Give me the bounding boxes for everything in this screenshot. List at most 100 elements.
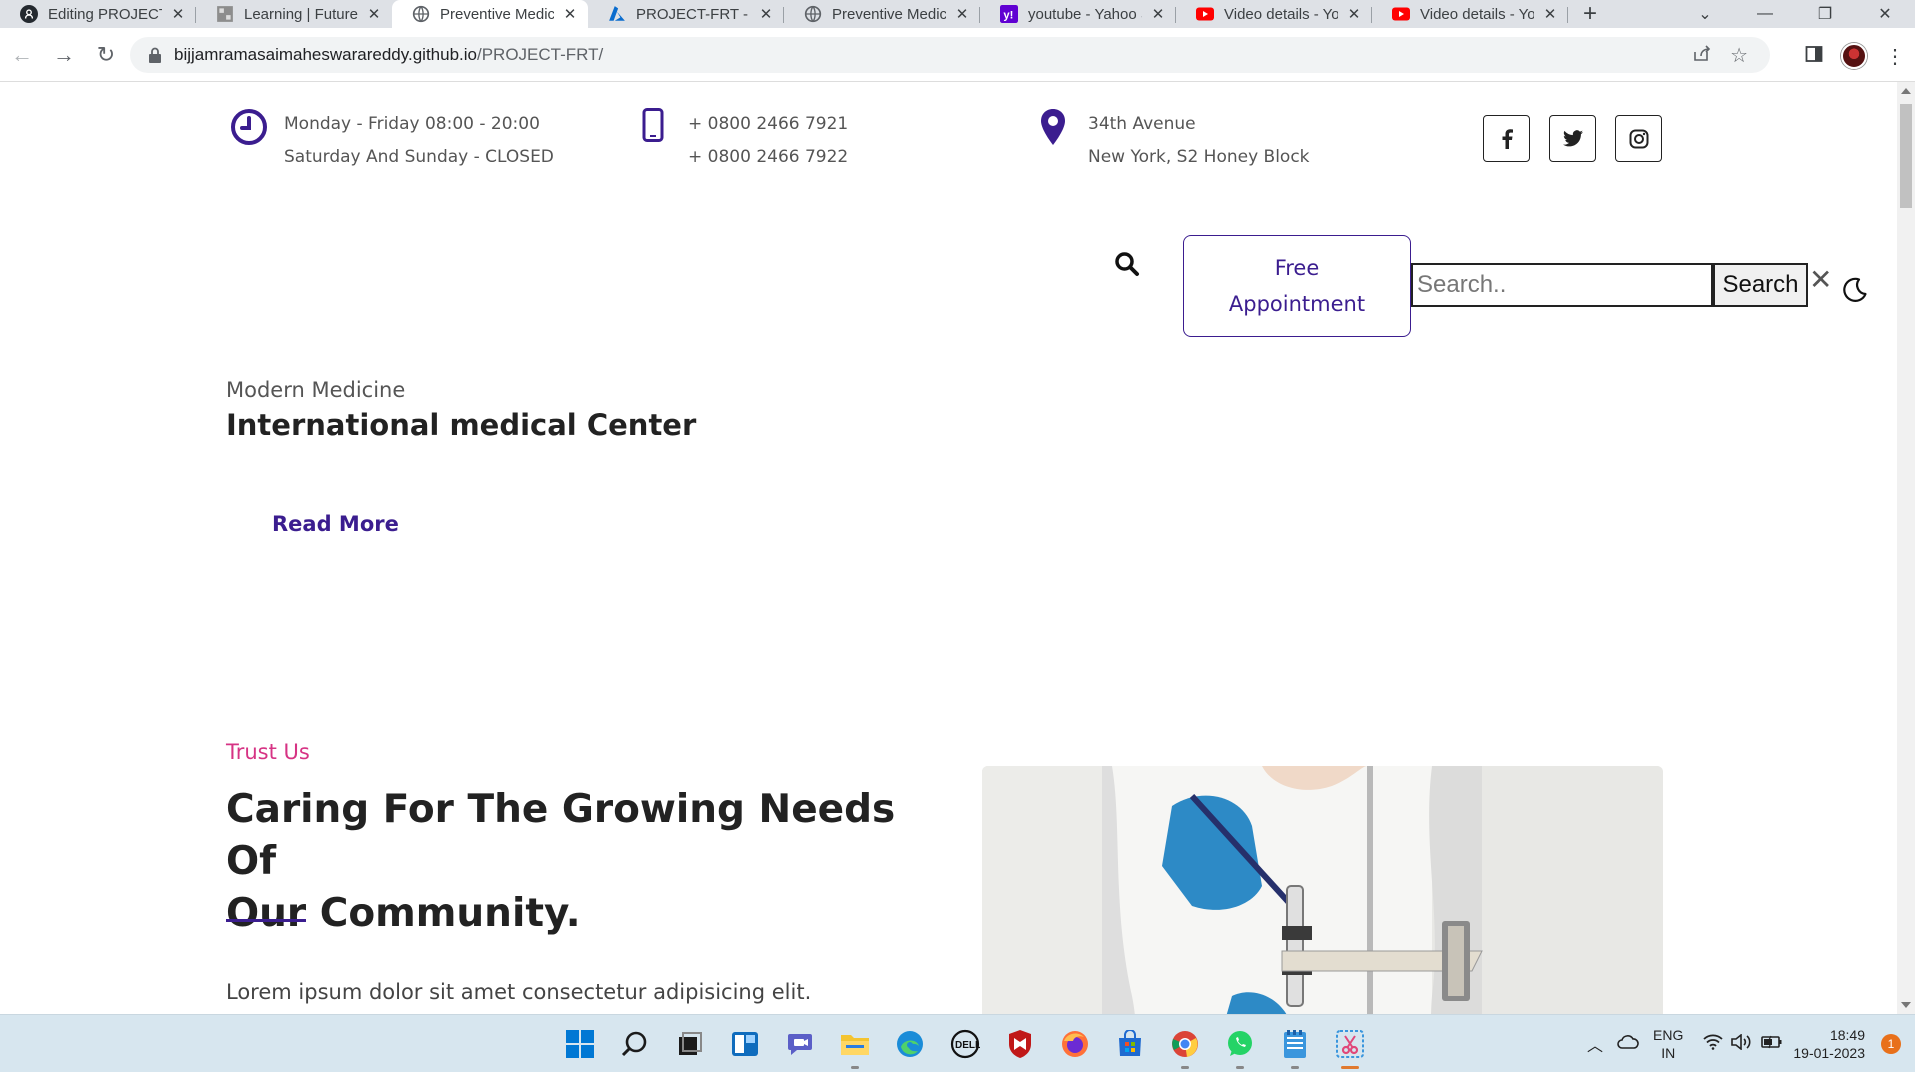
share-icon[interactable] xyxy=(1692,44,1712,67)
minimize-icon[interactable]: — xyxy=(1735,0,1795,28)
close-window-icon[interactable]: ✕ xyxy=(1855,0,1915,28)
tab-title: Preventive Medicine xyxy=(440,5,554,23)
lab-scientist-image xyxy=(982,766,1663,1014)
search-icon[interactable] xyxy=(1114,251,1140,282)
tab-yahoo[interactable]: y! youtube - Yahoo Search ✕ xyxy=(980,0,1176,28)
teams-chat-icon[interactable] xyxy=(772,1015,827,1073)
tab-azure[interactable]: PROJECT-FRT - Microsoft Azure ✕ xyxy=(588,0,784,28)
tab-title: youtube - Yahoo Search xyxy=(1028,5,1142,23)
menu-kebab-icon[interactable]: ⋮ xyxy=(1885,44,1905,69)
hours-weekdays: Monday - Friday 08:00 - 20:00 xyxy=(284,114,540,134)
firefox-icon[interactable] xyxy=(1047,1015,1102,1073)
notepad-icon[interactable] xyxy=(1267,1015,1322,1073)
scroll-thumb[interactable] xyxy=(1900,104,1912,208)
wifi-icon[interactable] xyxy=(1703,1034,1723,1055)
phone-2: + 0800 2466 7922 xyxy=(688,147,849,167)
search-input[interactable] xyxy=(1411,263,1713,307)
map-pin-icon xyxy=(1030,108,1076,174)
windows-start-icon[interactable] xyxy=(552,1015,607,1073)
address-bar: ← → ↻ bijjamramasaimaheswarareddy.github… xyxy=(0,28,1915,82)
learning-icon xyxy=(216,5,234,23)
azure-icon xyxy=(608,5,626,23)
tab-close-icon[interactable]: ✕ xyxy=(1346,5,1362,23)
whatsapp-icon[interactable] xyxy=(1212,1015,1267,1073)
address-street: 34th Avenue xyxy=(1088,114,1196,134)
url-host: bijjamramasaimaheswarareddy.github.io xyxy=(174,45,477,64)
contact-phones: + 0800 2466 7921 + 0800 2466 7922 xyxy=(630,108,848,174)
free-appointment-button[interactable]: Free Appointment xyxy=(1183,235,1411,337)
close-search-icon[interactable]: ✕ xyxy=(1809,265,1832,295)
battery-icon[interactable] xyxy=(1761,1035,1783,1054)
dark-mode-moon-icon[interactable] xyxy=(1841,276,1869,309)
lock-icon xyxy=(149,47,161,63)
url-field[interactable]: bijjamramasaimaheswarareddy.github.io/PR… xyxy=(130,37,1770,73)
section-body-text: Lorem ipsum dolor sit amet consectetur a… xyxy=(226,980,812,1004)
page-scrollbar[interactable] xyxy=(1897,82,1915,1014)
chevron-up-icon[interactable]: ︿ xyxy=(1587,1032,1603,1056)
tab-close-icon[interactable]: ✕ xyxy=(758,5,774,23)
bookmark-star-icon[interactable]: ☆ xyxy=(1730,43,1748,68)
chrome-icon[interactable] xyxy=(1157,1015,1212,1073)
hero-title: International medical Center xyxy=(226,408,697,442)
profile-avatar[interactable] xyxy=(1841,43,1867,69)
twitter-icon[interactable] xyxy=(1549,115,1596,162)
tab-close-icon[interactable]: ✕ xyxy=(954,5,970,23)
microsoft-store-icon[interactable] xyxy=(1102,1015,1157,1073)
back-icon[interactable]: ← xyxy=(2,35,42,75)
language-indicator[interactable]: ENG IN xyxy=(1653,1026,1683,1062)
read-more-link[interactable]: Read More xyxy=(272,512,399,536)
tab-learning[interactable]: Learning | FutureSkills ✕ xyxy=(196,0,392,28)
onedrive-cloud-icon[interactable] xyxy=(1617,1034,1639,1054)
reload-icon[interactable]: ↻ xyxy=(86,35,126,75)
tab-youtube-studio[interactable]: Video details - YouTube Studio ✕ xyxy=(1176,0,1372,28)
scroll-up-icon[interactable] xyxy=(1901,88,1911,94)
side-panel-icon[interactable] xyxy=(1805,45,1823,68)
tab-close-icon[interactable]: ✕ xyxy=(366,5,382,23)
tab-preventive-medicine[interactable]: Preventive Medicine ✕ xyxy=(784,0,980,28)
search-button[interactable]: Search xyxy=(1713,263,1808,307)
tab-preventive-medicine-active[interactable]: Preventive Medicine ✕ xyxy=(392,0,588,28)
volume-icon[interactable] xyxy=(1731,1032,1753,1055)
task-view-icon[interactable] xyxy=(662,1015,717,1073)
tab-strip: Editing PROJECT-FRT/ ✕ Learning | Future… xyxy=(0,0,1915,28)
snipping-tool-icon[interactable] xyxy=(1322,1015,1377,1073)
widgets-icon[interactable] xyxy=(717,1015,772,1073)
svg-text:DELL: DELL xyxy=(955,1040,980,1051)
tab-editing-project[interactable]: Editing PROJECT-FRT/ ✕ xyxy=(0,0,196,28)
section-eyebrow: Trust Us xyxy=(226,740,310,764)
page-viewport: Monday - Friday 08:00 - 20:00 Saturday A… xyxy=(0,82,1897,1014)
youtube-icon xyxy=(1392,5,1410,23)
clock-icon xyxy=(226,108,272,174)
lang-region: IN xyxy=(1661,1045,1676,1061)
clock-date: 19-01-2023 xyxy=(1793,1045,1865,1061)
address: 34th Avenue New York, S2 Honey Block xyxy=(1030,108,1310,174)
globe-icon xyxy=(412,5,430,23)
window-controls: ⌄ — ❐ ✕ xyxy=(1675,0,1915,28)
taskbar-search-icon[interactable] xyxy=(607,1015,662,1073)
globe-icon xyxy=(804,5,822,23)
tab-close-icon[interactable]: ✕ xyxy=(1542,5,1558,23)
hours-weekend: Saturday And Sunday - CLOSED xyxy=(284,147,554,167)
system-tray: ︿ ENG IN 18:49 19-01-2023 1 xyxy=(1587,1015,1915,1073)
restore-icon[interactable]: ❐ xyxy=(1795,0,1855,28)
tab-youtube-studio-2[interactable]: Video details - YouTube Studio ✕ xyxy=(1372,0,1568,28)
heading-line-2: Our Community. xyxy=(226,891,581,936)
scroll-down-icon[interactable] xyxy=(1901,1002,1911,1008)
tab-close-icon[interactable]: ✕ xyxy=(170,5,186,23)
new-tab-button[interactable]: + xyxy=(1568,0,1612,28)
forward-icon[interactable]: → xyxy=(44,35,84,75)
system-clock[interactable]: 18:49 19-01-2023 xyxy=(1793,1026,1865,1062)
svg-text:y!: y! xyxy=(1003,10,1013,22)
notification-badge[interactable]: 1 xyxy=(1881,1034,1901,1054)
file-explorer-icon[interactable] xyxy=(827,1015,882,1073)
instagram-icon[interactable] xyxy=(1615,115,1662,162)
mcafee-icon[interactable] xyxy=(992,1015,1047,1073)
tab-search-icon[interactable]: ⌄ xyxy=(1675,0,1735,28)
tab-close-icon[interactable]: ✕ xyxy=(1150,5,1166,23)
tab-title: Video details - YouTube Studio xyxy=(1420,5,1534,23)
edge-browser-icon[interactable] xyxy=(882,1015,937,1073)
dell-app-icon[interactable]: DELL xyxy=(937,1015,992,1073)
facebook-icon[interactable] xyxy=(1483,115,1530,162)
lang-code: ENG xyxy=(1653,1027,1684,1043)
tab-close-icon[interactable]: ✕ xyxy=(562,5,578,23)
